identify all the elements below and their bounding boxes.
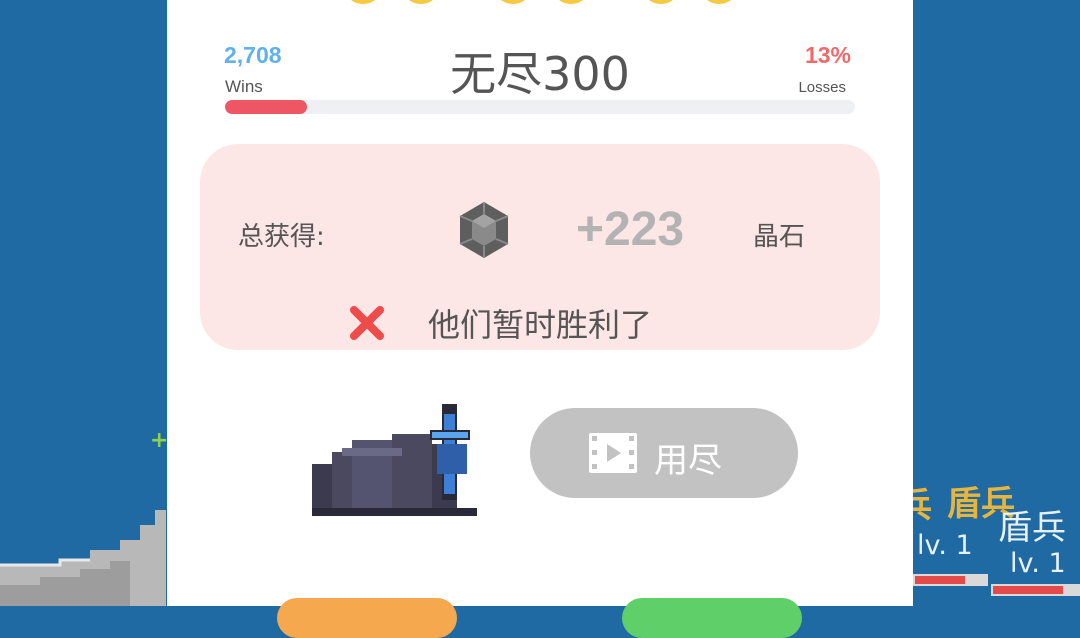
rocky-shore xyxy=(0,510,166,606)
star-coin-icon xyxy=(645,0,677,4)
losses-label: Losses xyxy=(798,79,846,96)
enemy-name-shield-white: 盾兵 xyxy=(998,508,1066,548)
red-x-icon xyxy=(350,306,384,340)
loss-fill xyxy=(225,100,307,114)
losses-percent: 13% xyxy=(804,42,851,68)
reward-unit: 晶石 xyxy=(753,222,806,252)
reward-amount: +223 xyxy=(576,203,685,256)
star-coin-icon xyxy=(555,0,587,4)
orange-action-button[interactable] xyxy=(277,598,457,638)
star-coin-icon xyxy=(347,0,379,4)
plus-marker: + xyxy=(150,428,169,453)
film-play-icon xyxy=(589,433,637,473)
green-action-button[interactable] xyxy=(622,598,802,638)
star-coin-icon xyxy=(405,0,437,4)
win-loss-progress-bar xyxy=(225,100,855,114)
reward-panel: 总获得: +223 晶石 他们暂时胜利了 xyxy=(200,144,880,350)
result-modal: 2,708 Wins 无尽300 13% Losses 总获得: +223 晶石… xyxy=(167,0,913,638)
result-message: 他们暂时胜利了 xyxy=(428,306,653,344)
enemy-level-label-2: lv. 1 xyxy=(1010,548,1066,579)
video-button-label: 用尽 xyxy=(654,441,722,481)
total-earned-label: 总获得: xyxy=(238,222,325,252)
star-coin-icon xyxy=(703,0,735,4)
fallen-knight-sprite xyxy=(312,404,477,516)
star-coin-icon xyxy=(497,0,529,4)
watch-video-button[interactable]: 用尽 xyxy=(530,408,798,498)
enemy-level-label: lv. 1 xyxy=(917,530,973,561)
crystal-gem-icon xyxy=(459,202,509,258)
